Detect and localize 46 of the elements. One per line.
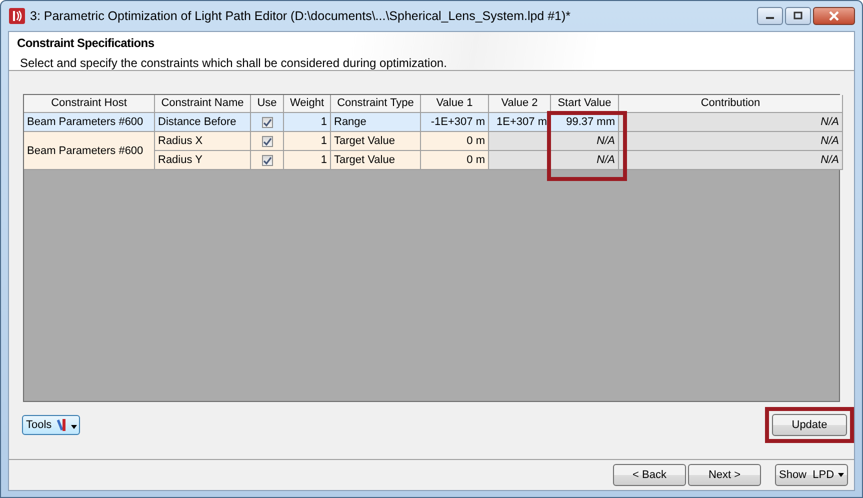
table-cell: Radius X [155,132,251,151]
show-lpd-button[interactable]: Show LPD [775,464,848,486]
section-title: Constraint Specifications [17,36,156,50]
table-cell: Beam Parameters #600 [24,132,155,170]
table-cell: -1E+307 m [421,113,489,132]
checkbox[interactable] [262,154,272,166]
back-button[interactable]: < Back [613,464,686,486]
table-cell: N/A [619,113,843,132]
table-cell: Beam Parameters #600 [24,113,155,132]
table-cell: 0 m [421,132,489,151]
next-button[interactable]: Next > [688,464,761,486]
caret-icon [838,473,844,477]
column-header[interactable]: Value 1 [421,95,489,113]
column-header[interactable]: Constraint Type [331,95,421,113]
column-header[interactable]: Value 2 [489,95,551,113]
window-title: 3: Parametric Optimization of Light Path Editor (D:\documents\...\Spherical_Lens_System.lpd #1)* [30,9,572,23]
table-cell: N/A [619,132,843,151]
table-cell: Target Value [331,151,421,170]
maximize-icon [792,11,804,21]
table-cell: N/A [551,151,619,170]
table-cell: N/A [619,151,843,170]
update-button[interactable]: Update [772,414,847,436]
tools-button[interactable]: Tools [22,415,80,435]
table-cell: Distance Before [155,113,251,132]
app-icon [9,8,25,24]
checkbox[interactable] [262,116,272,128]
table-cell: Target Value [331,132,421,151]
table-cell: 1 [284,151,331,170]
column-header[interactable]: Contribution [619,95,843,113]
column-header[interactable]: Use [251,95,284,113]
table-cell: N/A [551,132,619,151]
column-header[interactable]: Constraint Host [24,95,155,113]
section-description: Select and specify the constraints which shall be considered during optimization. [20,56,448,70]
table-cell: Range [331,113,421,132]
table-cell: 0 m [421,151,489,170]
column-header[interactable]: Constraint Name [155,95,251,113]
close-icon [827,11,841,21]
tools-icon [54,418,77,432]
checkbox[interactable] [262,136,272,146]
minimize-button[interactable] [757,7,783,25]
table-cell: Radius Y [155,151,251,170]
column-header[interactable]: Weight [284,95,331,113]
table-cell: 1 [284,132,331,151]
table-cell: 1 [284,113,331,132]
maximize-button[interactable] [785,7,811,25]
close-button[interactable] [813,7,855,25]
